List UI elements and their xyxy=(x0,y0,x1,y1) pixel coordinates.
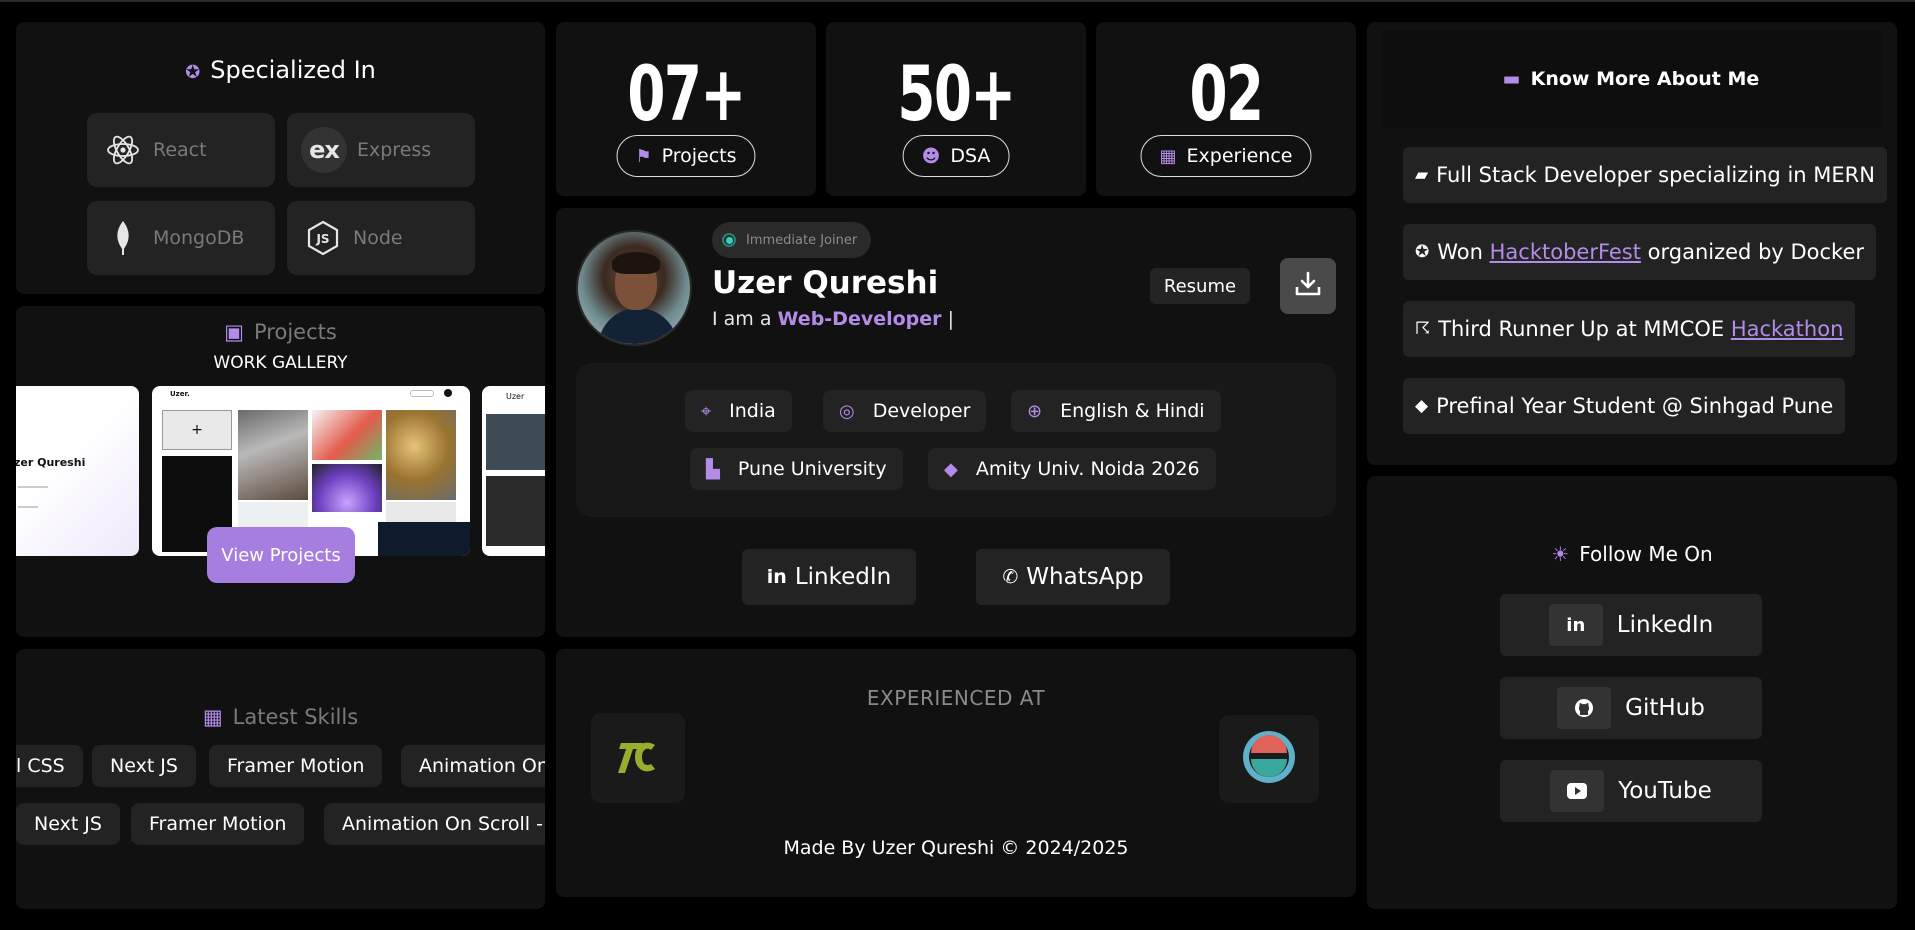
skill-chip: Framer Motion xyxy=(131,803,305,845)
skill-chip: Animation On xyxy=(401,745,545,787)
experience-card: EXPERIENCED AT Made By Uzer Qureshi © 20… xyxy=(556,649,1356,897)
follow-youtube-button[interactable]: YouTube xyxy=(1500,760,1762,822)
fact-item: ✪ Won HacktoberFest organized by Docker xyxy=(1403,224,1877,280)
company-logo-right[interactable] xyxy=(1219,715,1319,803)
profile-tagline: I am a Web-Developer | xyxy=(712,308,954,330)
stat-pill-dsa[interactable]: ☻ DSA xyxy=(902,135,1010,177)
avatar xyxy=(576,230,692,346)
sun-icon: ☀ xyxy=(1551,542,1570,566)
stat-pill-experience[interactable]: ▦ Experience xyxy=(1140,135,1312,177)
follow-card: ☀ Follow Me On in LinkedIn GitHub YouTube xyxy=(1367,476,1897,909)
calendar-icon: ▦ xyxy=(1159,145,1177,167)
github-icon xyxy=(1557,687,1612,729)
chip-location: ⌖ India xyxy=(685,390,792,432)
circle-logo-icon xyxy=(1240,728,1298,790)
view-projects-button[interactable]: View Projects xyxy=(207,527,355,583)
experience-title: EXPERIENCED AT xyxy=(866,686,1046,710)
chip-languages: ⊕ English & Hindi xyxy=(1011,390,1221,432)
tech-express[interactable]: ex Express xyxy=(287,113,475,187)
linkedin-button[interactable]: in LinkedIn xyxy=(742,549,916,605)
running-icon: ☈ xyxy=(1415,319,1431,339)
top-border xyxy=(0,0,1915,2)
download-icon xyxy=(1294,271,1322,301)
tech-node[interactable]: JS Node xyxy=(287,201,475,275)
hackathon-link[interactable]: Hackathon xyxy=(1731,317,1844,341)
projects-title: ▣ Projects xyxy=(224,320,337,344)
fact-item: ◆ Prefinal Year Student @ Sinhgad Pune xyxy=(1403,378,1846,434)
briefcase-icon: ▰ xyxy=(1415,165,1429,185)
skills-title: ▦ Latest Skills xyxy=(202,705,359,729)
project-preview-left[interactable]: zer Qureshi xyxy=(16,386,139,556)
about-card: ▬ Know More About Me ▰ Full Stack Develope… xyxy=(1367,22,1897,465)
podcast-icon: ◎ xyxy=(839,400,855,422)
fact-item: ☈ Third Runner Up at MMCOE Hackathon xyxy=(1403,301,1856,357)
globe-icon: ⊕ xyxy=(1027,400,1043,422)
specialized-title: ✪ Specialized In xyxy=(185,56,376,84)
mongodb-leaf-icon xyxy=(103,218,143,258)
follow-title: ☀ Follow Me On xyxy=(1551,542,1713,566)
badge-icon: ✪ xyxy=(185,62,201,83)
skill-chip: Animation On Scroll - A xyxy=(324,803,545,845)
tc-logo-icon xyxy=(615,731,661,785)
status-dot-icon xyxy=(722,233,736,247)
follow-github-button[interactable]: GitHub xyxy=(1500,677,1762,739)
specialized-card: ✪ Specialized In React ex Express MongoDB… xyxy=(16,22,545,294)
chip-education: ◆ Amity Univ. Noida 2026 xyxy=(928,448,1216,490)
stat-card-projects: 07+ ⚑ Projects xyxy=(556,22,816,196)
stat-card-experience: 02 ▦ Experience xyxy=(1096,22,1356,196)
follow-linkedin-button[interactable]: in LinkedIn xyxy=(1500,594,1762,656)
hacktoberfest-link[interactable]: HacktoberFest xyxy=(1490,240,1641,264)
skill-chip: Next JS xyxy=(92,745,196,787)
profile-name: Uzer Qureshi xyxy=(712,265,939,301)
shopping-bag-icon: ▣ xyxy=(224,320,245,344)
about-title: ▬ Know More About Me xyxy=(1381,30,1881,128)
svg-text:JS: JS xyxy=(315,232,329,246)
smile-icon: ☻ xyxy=(921,145,941,167)
stat-value: 02 xyxy=(1189,49,1265,138)
download-resume-button[interactable] xyxy=(1280,258,1336,314)
award-icon: ✪ xyxy=(1415,242,1430,262)
stat-pill-projects[interactable]: ⚑ Projects xyxy=(616,135,756,177)
stat-card-dsa: 50+ ☻ DSA xyxy=(826,22,1086,196)
projects-card: ▣ Projects WORK GALLERY zer Qureshi Uzer.… xyxy=(16,306,545,637)
whatsapp-button[interactable]: ✆ WhatsApp xyxy=(976,549,1170,605)
skill-chip: Next JS xyxy=(16,803,120,845)
layout-icon: ▦ xyxy=(202,705,223,729)
express-icon: ex xyxy=(301,127,347,173)
graduation-cap-icon: ◆ xyxy=(1415,396,1429,416)
footer-credit: Made By Uzer Qureshi © 2024/2025 xyxy=(783,837,1129,859)
projects-subtitle: WORK GALLERY xyxy=(213,353,348,373)
flag-icon: ⚑ xyxy=(635,145,652,167)
mask-icon: ▬ xyxy=(1502,68,1521,90)
graduation-cap-icon: ◆ xyxy=(944,458,958,480)
youtube-icon xyxy=(1550,770,1605,812)
nodejs-icon: JS xyxy=(303,218,343,258)
stat-value: 07+ xyxy=(627,49,746,138)
whatsapp-icon: ✆ xyxy=(1002,566,1019,588)
stat-value: 50+ xyxy=(897,49,1016,138)
tech-react[interactable]: React xyxy=(87,113,275,187)
location-crosshair-icon: ⌖ xyxy=(701,400,712,422)
building-icon: ▙ xyxy=(706,458,720,480)
info-box: ⌖ India ◎ Developer ⊕ English & Hindi ▙ Pune… xyxy=(576,363,1336,517)
linkedin-icon: in xyxy=(1548,604,1603,646)
add-icon: + xyxy=(162,410,232,450)
chip-role: ◎ Developer xyxy=(823,390,987,432)
skills-card: ▦ Latest Skills l CSS Next JS Framer Moti… xyxy=(16,649,545,909)
status-badge: Immediate Joiner xyxy=(712,222,872,258)
chip-university: ▙ Pune University xyxy=(690,448,903,490)
company-logo-left[interactable] xyxy=(591,713,685,803)
linkedin-icon: in xyxy=(766,566,787,588)
project-preview-right[interactable]: Uzer xyxy=(482,386,545,556)
react-icon xyxy=(103,130,143,170)
resume-button[interactable]: Resume xyxy=(1150,268,1250,304)
skill-chip: l CSS xyxy=(16,745,83,787)
skill-chip: Framer Motion xyxy=(209,745,383,787)
tech-mongodb[interactable]: MongoDB xyxy=(87,201,275,275)
fact-item: ▰ Full Stack Developer specializing in ME… xyxy=(1403,147,1887,203)
profile-card: Immediate Joiner Uzer Qureshi I am a Web… xyxy=(556,208,1356,637)
